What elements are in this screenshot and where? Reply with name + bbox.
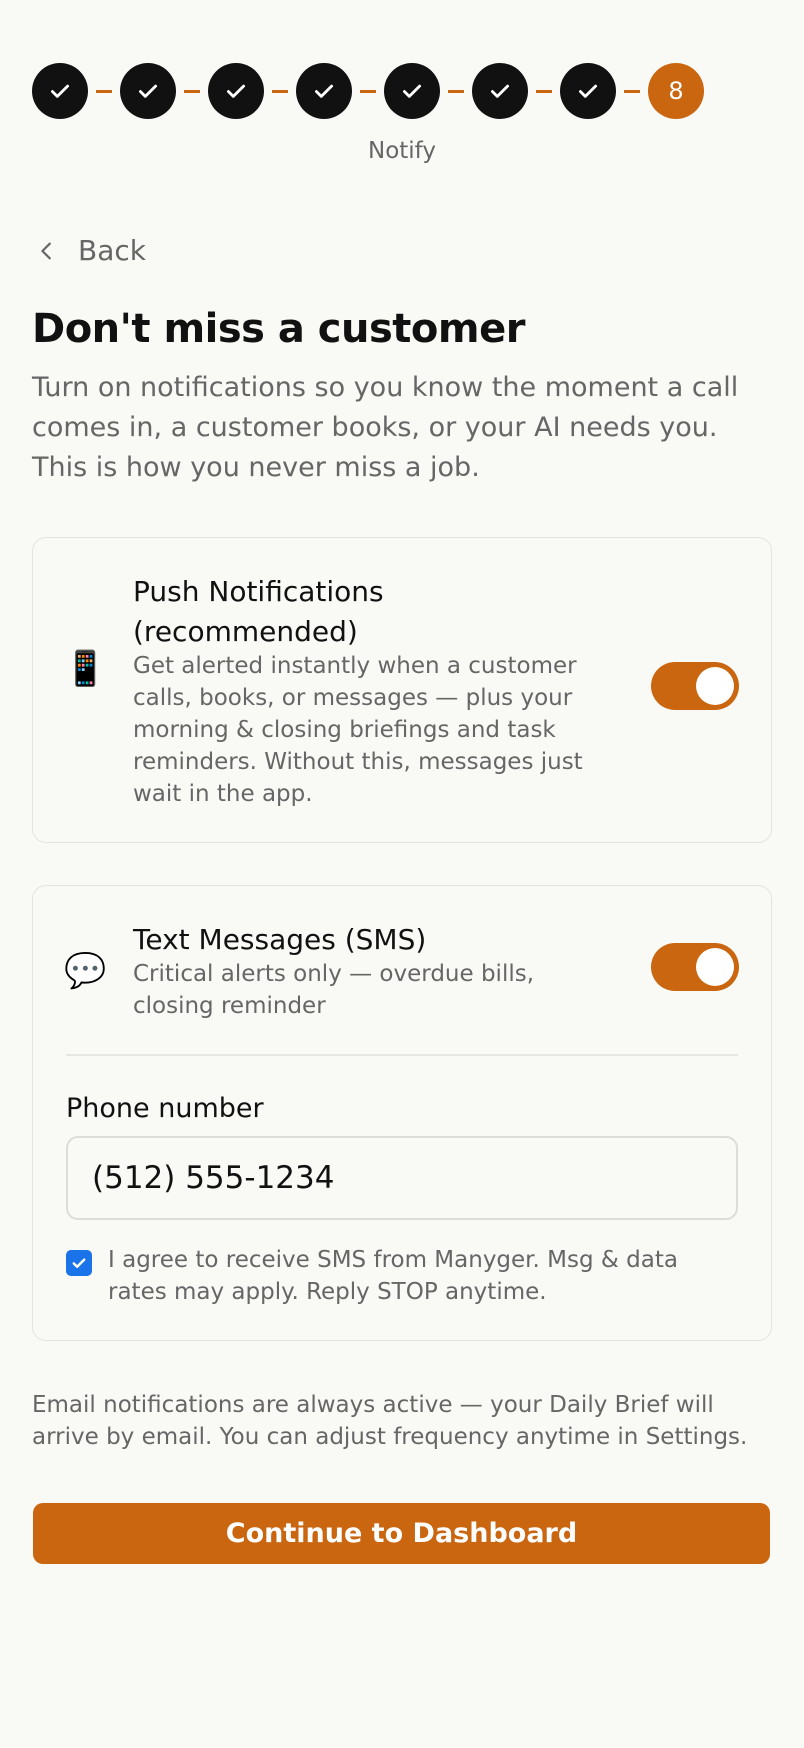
back-button[interactable]: Back	[36, 234, 146, 267]
sms-title: Text Messages (SMS)	[133, 923, 427, 956]
push-title: Push Notifications (recommended)	[133, 572, 384, 652]
sms-description: Critical alerts only — overdue bills, cl…	[133, 961, 535, 1019]
step-connector	[272, 89, 288, 93]
step-connector	[360, 89, 376, 93]
divider	[66, 1054, 738, 1056]
checkmark-icon	[139, 84, 157, 98]
step-connector	[624, 89, 640, 93]
step-4-complete	[296, 63, 352, 119]
push-title-line2: (recommended)	[133, 615, 358, 648]
sms-toggle[interactable]	[651, 943, 739, 991]
page-intro: Turn on notifications so you know the mo…	[32, 372, 739, 483]
step-connector	[536, 89, 552, 93]
step-connector	[184, 89, 200, 93]
push-description: Get alerted instantly when a customer ca…	[133, 653, 583, 807]
sms-consent-text: I agree to receive SMS from Manyger. Msg…	[108, 1247, 678, 1305]
email-notice: Email notifications are always active — …	[32, 1392, 748, 1450]
checkmark-icon	[51, 84, 69, 98]
continue-to-dashboard-button[interactable]: Continue to Dashboard	[33, 1503, 770, 1564]
current-step-label: Notify	[368, 138, 436, 164]
push-toggle[interactable]	[651, 662, 739, 710]
push-title-line1: Push Notifications	[133, 575, 384, 608]
page-title: Don't miss a customer	[32, 306, 525, 352]
mobile-phone-icon: 📱	[64, 649, 107, 689]
push-notifications-card: 📱 Push Notifications (recommended) Get a…	[32, 537, 772, 843]
phone-number-input[interactable]	[66, 1136, 738, 1220]
checkmark-icon	[403, 84, 421, 98]
step-8-current: 8	[648, 63, 704, 119]
step-connector	[448, 89, 464, 93]
step-2-complete	[120, 63, 176, 119]
checkmark-icon	[579, 84, 597, 98]
step-connector	[96, 89, 112, 93]
checkmark-icon	[491, 84, 509, 98]
step-1-complete	[32, 63, 88, 119]
checkmark-icon	[315, 84, 333, 98]
chevron-left-icon	[41, 242, 51, 259]
step-3-complete	[208, 63, 264, 119]
toggle-knob	[696, 667, 734, 705]
step-6-complete	[472, 63, 528, 119]
step-7-complete	[560, 63, 616, 119]
sms-card: 💬 Text Messages (SMS) Critical alerts on…	[32, 885, 772, 1341]
back-label: Back	[78, 234, 146, 267]
toggle-knob	[696, 948, 734, 986]
checkmark-icon	[227, 84, 245, 98]
step-5-complete	[384, 63, 440, 119]
speech-bubble-icon: 💬	[64, 951, 107, 991]
checkmark-icon	[72, 1258, 86, 1268]
sms-consent-checkbox[interactable]	[66, 1250, 92, 1276]
phone-number-label: Phone number	[66, 1093, 264, 1124]
progress-stepper: 8	[32, 63, 704, 119]
